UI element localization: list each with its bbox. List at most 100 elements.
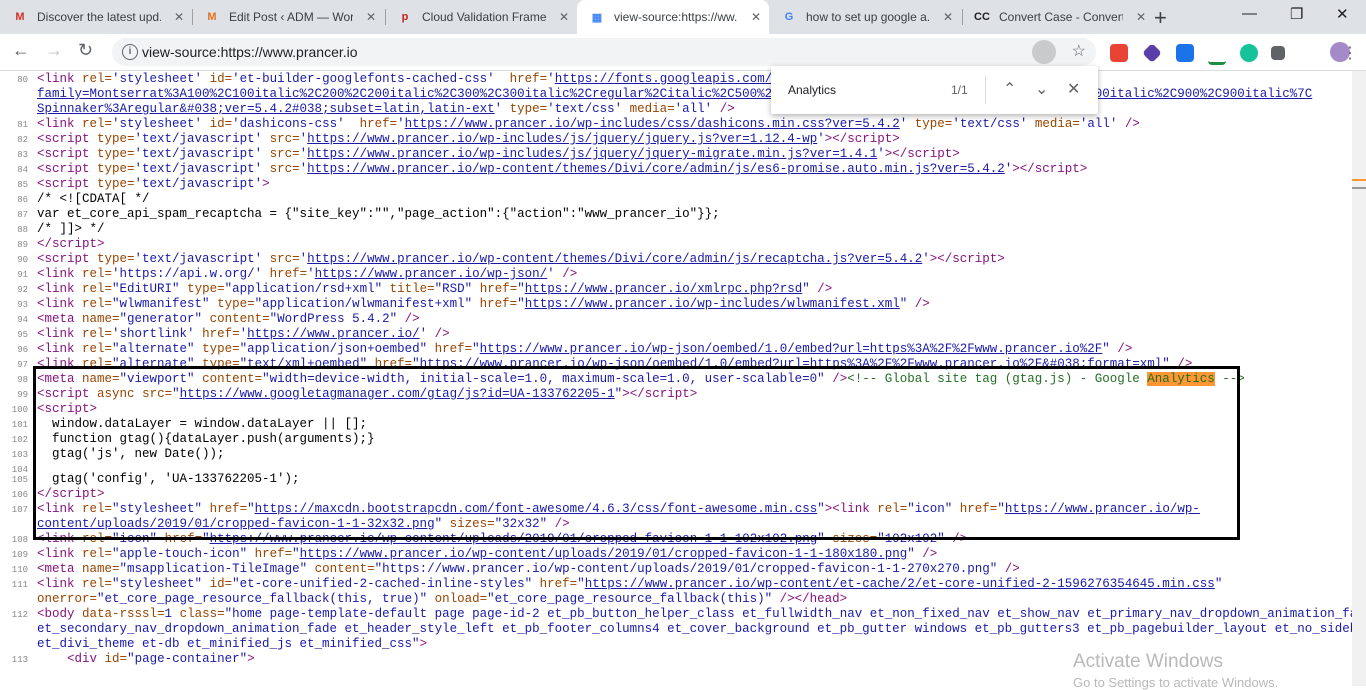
tab-title: how to set up google a... [806, 10, 930, 24]
extensions-puzzle-icon[interactable] [1271, 46, 1285, 60]
line-number: 98 [17, 375, 28, 385]
tab-3[interactable]: p Cloud Validation Frame... ✕ [385, 0, 577, 34]
find-match-count: 1/1 [951, 83, 968, 97]
find-divider [985, 76, 986, 104]
tab-6[interactable]: CC Convert Case - Convert... ✕ [962, 0, 1154, 34]
line-number: 109 [11, 550, 28, 560]
code-line: </script> [37, 237, 105, 251]
new-tab-plus-icon[interactable]: + [1154, 5, 1167, 31]
line-number: 102 [11, 435, 28, 445]
close-icon[interactable]: ✕ [366, 10, 376, 24]
grammarly-icon[interactable] [1240, 44, 1258, 62]
browser-menu-icon[interactable]: ⋮ [1342, 43, 1358, 63]
find-in-page-icon[interactable] [1032, 40, 1056, 64]
code-line: et_secondary_nav_dropdown_animation_fade… [37, 622, 1366, 636]
line-number: 93 [17, 300, 28, 310]
m-logo-icon: M [207, 11, 217, 23]
code-line: <meta name="msapplication-TileImage" con… [37, 562, 1020, 576]
gmail-icon: M [15, 11, 25, 23]
tab-title: Convert Case - Convert... [999, 10, 1123, 24]
line-number: 92 [17, 285, 28, 295]
window-close-icon[interactable]: ✕ [1336, 5, 1349, 23]
line-number: 111 [11, 580, 28, 590]
close-icon[interactable]: ✕ [559, 10, 569, 24]
line-number: 87 [17, 210, 28, 220]
chevron-up-icon[interactable]: ⌃ [1003, 79, 1016, 99]
tab-title: Edit Post ‹ ADM — Wor... [229, 10, 353, 24]
windows-activation-title: Activate Windows [1073, 651, 1223, 672]
line-number: 97 [17, 360, 28, 370]
code-line: <link rel="wlwmanifest" type="applicatio… [37, 297, 930, 311]
code-line: onerror="et_core_page_resource_fallback(… [37, 592, 848, 606]
code-line: var et_core_api_spam_recaptcha = {"site_… [37, 207, 720, 221]
address-url[interactable]: view-source:https://www.prancer.io [142, 44, 358, 60]
line-number: 91 [17, 270, 28, 280]
close-icon[interactable]: ✕ [1136, 10, 1146, 24]
tab-5[interactable]: Ghow to set up google a... ✕ [769, 0, 961, 34]
line-number: 95 [17, 330, 28, 340]
tab-separator [962, 9, 963, 25]
reload-icon[interactable]: ↻ [78, 40, 93, 61]
google-icon: G [784, 11, 794, 23]
code-line: <link rel="EditURI" type="application/rs… [37, 282, 833, 296]
line-number: 89 [17, 240, 28, 250]
maximize-icon[interactable]: ❐ [1290, 5, 1303, 23]
tab-title: view-source:https://ww... [614, 10, 738, 24]
tab-separator [192, 9, 193, 25]
code-line: /* <![CDATA[ */ [37, 192, 150, 206]
address-bar[interactable]: i view-source:https://www.prancer.io ☆ [112, 38, 1096, 66]
tab-4[interactable]: ▦ view-source:https://ww... ✕ [577, 0, 769, 34]
forward-arrow-icon[interactable]: → [45, 40, 63, 61]
code-line: <script type='text/javascript'> [37, 177, 270, 191]
chevron-down-icon[interactable]: ⌄ [1035, 79, 1048, 99]
code-line: <meta name="generator" content="WordPres… [37, 312, 420, 326]
code-line: <link rel='stylesheet' id='dashicons-css… [37, 117, 1140, 131]
tab-title: Cloud Validation Frame... [422, 10, 546, 24]
code-line: <link rel="apple-touch-icon" href="https… [37, 547, 938, 561]
code-line: Spinnaker%3Aregular&#038;ver=5.4.2#038;s… [37, 102, 735, 116]
close-icon[interactable]: ✕ [751, 10, 761, 24]
browser-toolbar: ← → ↻ i view-source:https://www.prancer.… [0, 34, 1366, 71]
code-line: <script type='text/javascript' src='http… [37, 162, 1088, 176]
code-line: <div id="page-container"> [67, 652, 255, 666]
vertical-scrollbar[interactable] [1352, 71, 1366, 686]
line-number: 103 [11, 450, 28, 460]
extension-new-icon[interactable] [1110, 44, 1128, 62]
code-line: <link rel="alternate" type="application/… [37, 342, 1133, 356]
line-number: 90 [17, 255, 28, 265]
bookmark-star-icon[interactable]: ☆ [1072, 41, 1086, 61]
code-line: /* ]]> */ [37, 222, 105, 236]
line-number: 108 [11, 535, 28, 545]
code-line: et_divi_theme et-db et_minified_js et_mi… [37, 637, 428, 651]
minimize-icon[interactable]: — [1242, 5, 1257, 22]
code-line: <script type='text/javascript' src='http… [37, 132, 900, 146]
line-number: 99 [17, 390, 28, 400]
extension-chart-icon[interactable] [1176, 44, 1194, 62]
find-bar: Analytics 1/1 ⌃ ⌄ ✕ [771, 66, 1098, 114]
extension-bars-icon[interactable] [1208, 44, 1226, 65]
line-number: 94 [17, 315, 28, 325]
windows-activation-hint: Go to Settings to activate Windows. [1073, 675, 1279, 690]
find-input[interactable]: Analytics [788, 83, 836, 97]
close-icon[interactable]: ✕ [174, 10, 184, 24]
line-number: 85 [17, 180, 28, 190]
code-line: <link rel="stylesheet" id="et-core-unifi… [37, 577, 1223, 591]
line-number: 107 [11, 505, 28, 515]
tab-separator [385, 9, 386, 25]
site-info-icon[interactable]: i [122, 44, 138, 60]
line-number: 100 [11, 405, 28, 415]
tab-title: Discover the latest upd... [37, 10, 161, 24]
scroll-thumb-marker[interactable] [1352, 187, 1366, 189]
close-icon[interactable]: ✕ [1067, 79, 1080, 99]
code-line: <body data-rsssl=1 class="home page-temp… [37, 607, 1366, 621]
code-line: <link rel='stylesheet' id='et-builder-go… [37, 72, 803, 86]
back-arrow-icon[interactable]: ← [12, 40, 30, 61]
line-number: 104 [11, 465, 28, 475]
code-line: <link rel='https://api.w.org/' href='htt… [37, 267, 578, 281]
tab-2[interactable]: M Edit Post ‹ ADM — Wor... ✕ [192, 0, 384, 34]
close-icon[interactable]: ✕ [943, 10, 953, 24]
code-line: <link rel='shortlink' href='https://www.… [37, 327, 450, 341]
line-number: 88 [17, 225, 28, 235]
line-number: 86 [17, 195, 28, 205]
tab-1[interactable]: M Discover the latest upd... ✕ [0, 0, 192, 34]
